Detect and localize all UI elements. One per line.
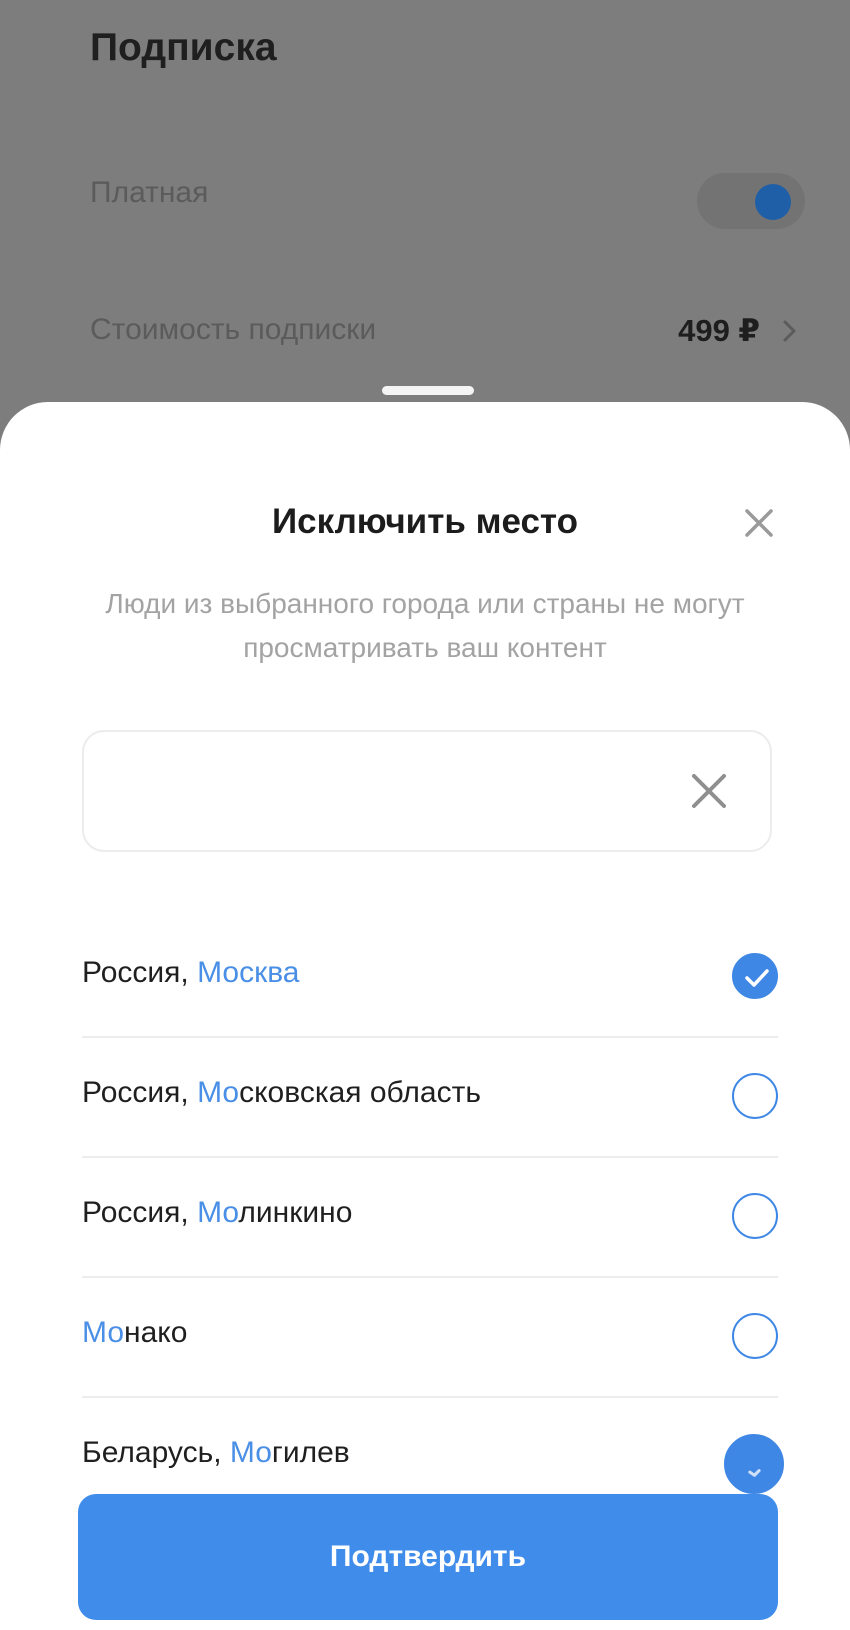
paid-label: Платная <box>90 176 209 209</box>
search-input[interactable] <box>108 758 672 826</box>
list-item[interactable]: Монако <box>82 1278 778 1398</box>
close-icon[interactable] <box>742 506 776 540</box>
location-label: Монако <box>82 1316 188 1349</box>
sheet-title: Исключить место <box>272 502 578 541</box>
location-checkbox[interactable] <box>732 1193 778 1239</box>
page-title: Подписка <box>90 26 277 69</box>
location-checkbox[interactable] <box>732 1313 778 1359</box>
location-label: Россия, Московская область <box>82 1076 481 1109</box>
sheet-grabber[interactable] <box>382 386 474 395</box>
checkmark-icon <box>745 969 769 987</box>
chevron-right-icon[interactable] <box>777 316 803 346</box>
checkmark-icon <box>748 1469 761 1477</box>
paid-toggle[interactable] <box>697 173 805 229</box>
sheet-description: Люди из выбранного города или страны не … <box>105 588 745 663</box>
location-checkbox[interactable] <box>732 953 778 999</box>
toggle-knob <box>755 184 791 220</box>
location-checkbox[interactable] <box>732 1073 778 1119</box>
search-box[interactable] <box>82 730 772 852</box>
exclude-place-sheet: Исключить место Люди из выбранного город… <box>0 402 850 1630</box>
confirm-button[interactable]: Подтвердить <box>78 1494 778 1620</box>
clear-icon[interactable] <box>690 772 728 810</box>
price-value[interactable]: 499 ₽ <box>678 313 760 349</box>
list-item[interactable]: Россия, Молинкино <box>82 1158 778 1278</box>
location-label: Россия, Москва <box>82 956 300 989</box>
location-label: Беларусь, Могилев <box>82 1436 350 1469</box>
list-item[interactable]: Россия, Московская область <box>82 1038 778 1158</box>
location-label: Россия, Молинкино <box>82 1196 353 1229</box>
location-list: Россия, Москва Россия, Московская област… <box>82 918 784 1518</box>
list-item[interactable]: Россия, Москва <box>82 918 778 1038</box>
background-page: Подписка Платная Стоимость подписки 499 … <box>0 0 850 420</box>
price-label: Стоимость подписки <box>90 313 377 346</box>
location-checkbox[interactable] <box>724 1434 784 1494</box>
